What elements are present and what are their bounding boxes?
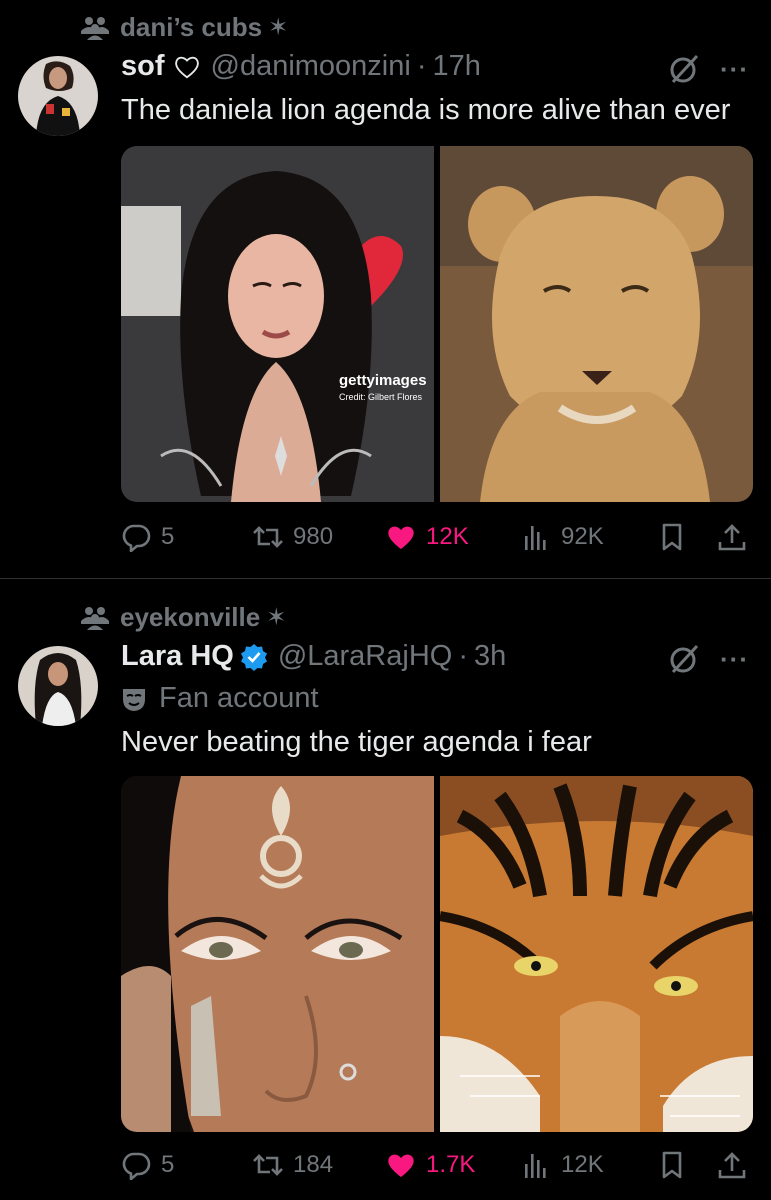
- view-count: 12K: [561, 1151, 604, 1178]
- avatar[interactable]: [18, 56, 98, 136]
- tweet[interactable]: dani’s cubs ✶ sof @danimoonzini · 17h ··…: [0, 0, 771, 578]
- community-icon: [80, 605, 110, 631]
- community-label[interactable]: eyekonville ✶: [80, 602, 286, 633]
- like-icon: [386, 1150, 416, 1180]
- repost-count: 980: [293, 523, 334, 550]
- share-icon: [717, 522, 747, 552]
- community-star: ✶: [266, 604, 287, 631]
- share-button[interactable]: [717, 1150, 747, 1180]
- tweet-header: Lara HQ @LaraRajHQ · 3h: [121, 640, 506, 673]
- like-button[interactable]: 12K: [386, 522, 469, 552]
- bookmark-icon: [657, 522, 687, 552]
- repost-button[interactable]: 184: [253, 1150, 333, 1180]
- heart-outline-icon: [174, 56, 199, 78]
- tweet-text: The daniela lion agenda is more alive th…: [121, 94, 731, 126]
- timestamp[interactable]: 3h: [474, 640, 506, 673]
- grok-icon[interactable]: [667, 52, 701, 86]
- handle[interactable]: @LaraRajHQ: [278, 640, 453, 673]
- share-button[interactable]: [717, 522, 747, 552]
- reply-count: 5: [161, 523, 175, 550]
- separator-dot: ·: [458, 640, 468, 672]
- community-star: ✶: [268, 14, 289, 41]
- bookmark-icon: [657, 1150, 687, 1180]
- separator-dot: ·: [416, 50, 427, 82]
- avatar[interactable]: [18, 646, 98, 726]
- tweet-divider: [0, 578, 771, 579]
- display-name[interactable]: sof: [121, 50, 165, 83]
- action-bar: 5 184 1.7K 12K: [121, 1150, 751, 1184]
- like-count: 1.7K: [426, 1151, 476, 1178]
- tweet-media[interactable]: [121, 776, 753, 1132]
- views-button[interactable]: 92K: [521, 522, 604, 552]
- fan-account-label: Fan account: [159, 682, 319, 714]
- tweet-media[interactable]: gettyimages Credit: Gilbert Flores: [121, 146, 753, 502]
- reply-icon: [121, 522, 151, 552]
- more-icon[interactable]: ···: [720, 54, 749, 85]
- like-icon: [386, 522, 416, 552]
- photo-lioness[interactable]: [440, 146, 753, 502]
- community-name: dani’s cubs: [120, 12, 263, 42]
- tweet-text: Never beating the tiger agenda i fear: [121, 726, 592, 758]
- fan-account-badge[interactable]: Fan account: [121, 682, 319, 715]
- share-icon: [717, 1150, 747, 1180]
- photo-woman[interactable]: [121, 776, 434, 1132]
- bookmark-button[interactable]: [657, 522, 687, 552]
- display-name[interactable]: Lara HQ: [121, 640, 234, 673]
- view-count: 92K: [561, 523, 604, 550]
- reply-button[interactable]: 5: [121, 522, 174, 552]
- handle[interactable]: @danimoonzini: [211, 50, 411, 83]
- like-button[interactable]: 1.7K: [386, 1150, 475, 1180]
- like-count: 12K: [426, 523, 469, 550]
- community-name: eyekonville: [120, 602, 261, 632]
- action-bar: 5 980 12K 92K: [121, 522, 751, 556]
- repost-count: 184: [293, 1151, 334, 1178]
- repost-icon: [253, 522, 283, 552]
- more-icon[interactable]: ···: [720, 644, 749, 675]
- reply-count: 5: [161, 1151, 175, 1178]
- timestamp[interactable]: 17h: [433, 50, 481, 83]
- community-label[interactable]: dani’s cubs ✶: [80, 12, 288, 43]
- repost-icon: [253, 1150, 283, 1180]
- watermark-brand: gettyimages: [339, 372, 427, 389]
- bookmark-button[interactable]: [657, 1150, 687, 1180]
- watermark-credit: Credit: Gilbert Flores: [339, 392, 423, 402]
- repost-button[interactable]: 980: [253, 522, 333, 552]
- community-icon: [80, 15, 110, 41]
- views-button[interactable]: 12K: [521, 1150, 604, 1180]
- photo-tiger[interactable]: [440, 776, 753, 1132]
- tweet-header: sof @danimoonzini · 17h: [121, 50, 481, 83]
- tweet[interactable]: eyekonville ✶ Lara HQ @LaraRajHQ · 3h ··…: [0, 580, 771, 1200]
- views-icon: [521, 1150, 551, 1180]
- reply-icon: [121, 1150, 151, 1180]
- grok-icon[interactable]: [667, 642, 701, 676]
- reply-button[interactable]: 5: [121, 1150, 174, 1180]
- views-icon: [521, 522, 551, 552]
- photo-woman[interactable]: gettyimages Credit: Gilbert Flores: [121, 146, 434, 502]
- fan-mask-icon: [123, 688, 145, 711]
- verified-icon: [240, 643, 267, 671]
